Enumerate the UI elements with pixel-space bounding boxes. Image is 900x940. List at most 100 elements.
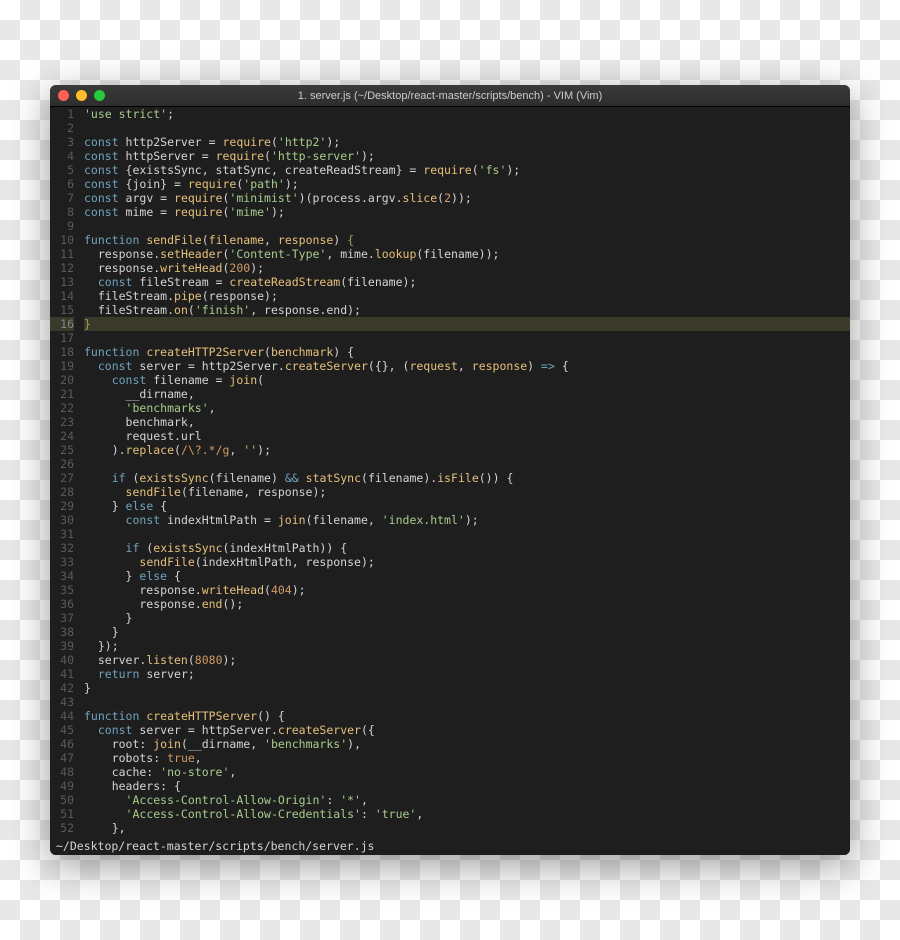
close-icon[interactable]: [58, 90, 69, 101]
code-line[interactable]: }: [84, 317, 850, 331]
code-line[interactable]: [84, 457, 850, 471]
code-line[interactable]: const {existsSync, statSync, createReadS…: [84, 163, 850, 177]
code-line[interactable]: response.writeHead(404);: [84, 583, 850, 597]
code-line[interactable]: }: [84, 681, 850, 695]
line-number: 11: [50, 247, 74, 261]
code-line[interactable]: cache: 'no-store',: [84, 765, 850, 779]
code-line[interactable]: const filename = join(: [84, 373, 850, 387]
code-line[interactable]: }: [84, 611, 850, 625]
window-title: 1. server.js (~/Desktop/react-master/scr…: [50, 90, 850, 102]
code-line[interactable]: const httpServer = require('http-server'…: [84, 149, 850, 163]
line-number: 6: [50, 177, 74, 191]
line-number-gutter: 1234567891011121314151617181920212223242…: [50, 107, 80, 837]
line-number: 25: [50, 443, 74, 457]
code-line[interactable]: [84, 331, 850, 345]
line-number: 2: [50, 121, 74, 135]
line-number: 22: [50, 401, 74, 415]
code-line[interactable]: sendFile(indexHtmlPath, response);: [84, 555, 850, 569]
code-line[interactable]: 'Access-Control-Allow-Origin': '*',: [84, 793, 850, 807]
code-line[interactable]: if (existsSync(filename) && statSync(fil…: [84, 471, 850, 485]
zoom-icon[interactable]: [94, 90, 105, 101]
line-number: 42: [50, 681, 74, 695]
code-line[interactable]: server.listen(8080);: [84, 653, 850, 667]
code-line[interactable]: const indexHtmlPath = join(filename, 'in…: [84, 513, 850, 527]
line-number: 34: [50, 569, 74, 583]
line-number: 37: [50, 611, 74, 625]
line-number: 19: [50, 359, 74, 373]
line-number: 35: [50, 583, 74, 597]
code-line[interactable]: } else {: [84, 499, 850, 513]
line-number: 16: [50, 317, 74, 331]
code-line[interactable]: __dirname,: [84, 387, 850, 401]
code-line[interactable]: const http2Server = require('http2');: [84, 135, 850, 149]
titlebar[interactable]: 1. server.js (~/Desktop/react-master/scr…: [50, 85, 850, 107]
code-line[interactable]: } else {: [84, 569, 850, 583]
code-line[interactable]: response.writeHead(200);: [84, 261, 850, 275]
line-number: 27: [50, 471, 74, 485]
code-line[interactable]: 'Access-Control-Allow-Credentials': 'tru…: [84, 807, 850, 821]
code-line[interactable]: const server = http2Server.createServer(…: [84, 359, 850, 373]
status-bar: ~/Desktop/react-master/scripts/bench/ser…: [50, 837, 850, 855]
line-number: 41: [50, 667, 74, 681]
line-number: 4: [50, 149, 74, 163]
line-number: 20: [50, 373, 74, 387]
code-line[interactable]: 'use strict';: [84, 107, 850, 121]
line-number: 36: [50, 597, 74, 611]
code-line[interactable]: const mime = require('mime');: [84, 205, 850, 219]
code-line[interactable]: benchmark,: [84, 415, 850, 429]
editor-area[interactable]: 1234567891011121314151617181920212223242…: [50, 107, 850, 837]
line-number: 49: [50, 779, 74, 793]
code-line[interactable]: },: [84, 821, 850, 835]
line-number: 29: [50, 499, 74, 513]
code-line[interactable]: [84, 219, 850, 233]
line-number: 7: [50, 191, 74, 205]
line-number: 15: [50, 303, 74, 317]
line-number: 51: [50, 807, 74, 821]
line-number: 40: [50, 653, 74, 667]
code-line[interactable]: if (existsSync(indexHtmlPath)) {: [84, 541, 850, 555]
code-line[interactable]: sendFile(filename, response);: [84, 485, 850, 499]
code-line[interactable]: robots: true,: [84, 751, 850, 765]
line-number: 13: [50, 275, 74, 289]
line-number: 45: [50, 723, 74, 737]
line-number: 33: [50, 555, 74, 569]
line-number: 30: [50, 513, 74, 527]
code-line[interactable]: const {join} = require('path');: [84, 177, 850, 191]
code-line[interactable]: function sendFile(filename, response) {: [84, 233, 850, 247]
line-number: 21: [50, 387, 74, 401]
line-number: 18: [50, 345, 74, 359]
code-line[interactable]: ).replace(/\?.*/g, '');: [84, 443, 850, 457]
code-line[interactable]: function createHTTP2Server(benchmark) {: [84, 345, 850, 359]
line-number: 23: [50, 415, 74, 429]
code-line[interactable]: [84, 695, 850, 709]
editor-window: 1. server.js (~/Desktop/react-master/scr…: [50, 85, 850, 855]
code-line[interactable]: const argv = require('minimist')(process…: [84, 191, 850, 205]
line-number: 47: [50, 751, 74, 765]
line-number: 31: [50, 527, 74, 541]
code-line[interactable]: }: [84, 625, 850, 639]
line-number: 44: [50, 709, 74, 723]
line-number: 14: [50, 289, 74, 303]
minimize-icon[interactable]: [76, 90, 87, 101]
code-line[interactable]: response.end();: [84, 597, 850, 611]
code-line[interactable]: [84, 121, 850, 135]
code-line[interactable]: request.url: [84, 429, 850, 443]
line-number: 24: [50, 429, 74, 443]
code-line[interactable]: 'benchmarks',: [84, 401, 850, 415]
code-line[interactable]: const fileStream = createReadStream(file…: [84, 275, 850, 289]
code-line[interactable]: headers: {: [84, 779, 850, 793]
code-line[interactable]: fileStream.on('finish', response.end);: [84, 303, 850, 317]
line-number: 26: [50, 457, 74, 471]
code-line[interactable]: fileStream.pipe(response);: [84, 289, 850, 303]
line-number: 5: [50, 163, 74, 177]
code-line[interactable]: [84, 527, 850, 541]
code-line[interactable]: response.setHeader('Content-Type', mime.…: [84, 247, 850, 261]
line-number: 28: [50, 485, 74, 499]
code-line[interactable]: function createHTTPServer() {: [84, 709, 850, 723]
code-line[interactable]: const server = httpServer.createServer({: [84, 723, 850, 737]
code-content[interactable]: 'use strict'; const http2Server = requir…: [80, 107, 850, 837]
code-line[interactable]: });: [84, 639, 850, 653]
line-number: 10: [50, 233, 74, 247]
code-line[interactable]: return server;: [84, 667, 850, 681]
code-line[interactable]: root: join(__dirname, 'benchmarks'),: [84, 737, 850, 751]
